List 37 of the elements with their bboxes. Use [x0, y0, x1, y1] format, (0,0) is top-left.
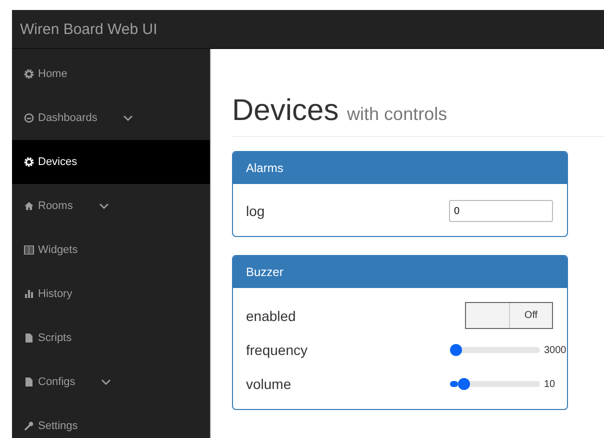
- grid-icon: [24, 245, 34, 255]
- control-label: volume: [246, 376, 292, 392]
- control-label: enabled: [246, 308, 296, 324]
- input-field[interactable]: 0: [449, 200, 553, 222]
- sidebar-item[interactable]: Scripts: [12, 316, 210, 360]
- sidebar-item[interactable]: Settings: [12, 404, 210, 438]
- chevron-down-icon: [98, 203, 109, 209]
- bar-chart-icon: [24, 289, 34, 299]
- slider-value: 10: [544, 378, 556, 390]
- slider[interactable]: [450, 378, 540, 390]
- panel-title: Buzzer: [246, 265, 284, 279]
- sidebar-item[interactable]: Dashboards: [12, 96, 210, 140]
- sidebar-item[interactable]: Configs: [12, 360, 210, 404]
- gear-icon: [24, 69, 34, 79]
- home-icon: [24, 201, 34, 211]
- sidebar-item[interactable]: Devices: [12, 140, 210, 184]
- wrench-icon: [24, 421, 34, 431]
- app-title[interactable]: Wiren Board Web UI: [20, 20, 158, 38]
- sidebar-item[interactable]: Home: [12, 52, 210, 96]
- panel-title: Alarms: [246, 161, 284, 175]
- file-icon: [24, 377, 34, 387]
- slider-thumb[interactable]: [458, 378, 470, 390]
- slider-fill: [450, 381, 458, 387]
- page-title: Devices with controls: [232, 94, 604, 137]
- chevron-down-icon: [101, 379, 112, 385]
- sidebar-item[interactable]: Widgets: [12, 228, 210, 272]
- slider-value: 3000: [544, 344, 567, 356]
- sidebar-item[interactable]: History: [12, 272, 210, 316]
- control-label: log: [246, 203, 265, 219]
- slider[interactable]: [450, 344, 540, 356]
- file-icon: [24, 333, 34, 343]
- chevron-down-icon: [123, 115, 134, 121]
- control-label: frequency: [246, 342, 308, 358]
- sidebar-item[interactable]: Rooms: [12, 184, 210, 228]
- gear-icon: [24, 157, 34, 167]
- slider-thumb[interactable]: [450, 344, 462, 356]
- toggle-switch[interactable]: Off: [465, 302, 553, 329]
